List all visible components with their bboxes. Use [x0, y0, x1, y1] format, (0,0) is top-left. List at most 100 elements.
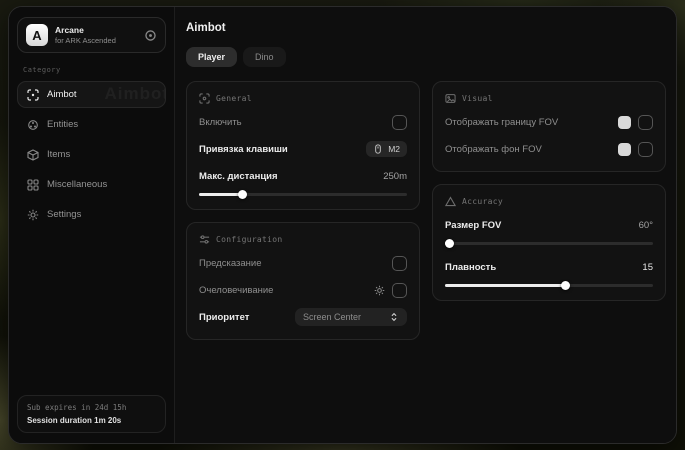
card-columns: General Включить Привязка клавиши [186, 81, 666, 340]
fov-background-controls [618, 142, 653, 157]
page-title: Aimbot [186, 22, 666, 34]
sidebar-item-label: Entities [47, 119, 78, 130]
brand-card: A Arcane for ARK Ascended [17, 17, 166, 53]
smoothness-value: 15 [642, 262, 653, 273]
smoothness-row: Плавность 15 [445, 258, 653, 276]
smoothness-label: Плавность [445, 262, 496, 273]
visual-card-header: Visual [445, 93, 653, 104]
right-column: Visual Отображать границу FOV Отображать… [432, 81, 666, 301]
sub-expires-text: Sub expires in 24d 15h [27, 402, 156, 415]
card-title: Visual [462, 94, 493, 103]
fov-size-value: 60° [639, 220, 653, 231]
left-column: General Включить Привязка клавиши [186, 81, 420, 340]
sidebar-item-aimbot[interactable]: Aimbot Aimbot [17, 81, 166, 108]
aimbot-watermark: Aimbot [104, 84, 166, 104]
brand-text: Arcane for ARK Ascended [55, 25, 116, 45]
enable-row: Включить [199, 113, 407, 131]
fov-size-label: Размер FOV [445, 220, 501, 231]
app-subtitle: for ARK Ascended [55, 36, 116, 45]
app-logo: A [26, 24, 48, 46]
main-content: Aimbot Player Dino Gener [175, 7, 676, 443]
distance-label: Макс. дистанция [199, 171, 278, 182]
keybind-value: M2 [388, 144, 400, 154]
fov-border-color-swatch[interactable] [618, 116, 631, 129]
distance-slider[interactable] [199, 193, 407, 196]
card-title: Configuration [216, 235, 283, 244]
sidebar-item-label: Items [47, 149, 70, 160]
sliders-icon [199, 234, 210, 245]
slider-fill [445, 284, 566, 287]
fov-border-row: Отображать границу FOV [445, 113, 653, 131]
humanization-checkbox[interactable] [392, 283, 407, 298]
scan-icon [199, 93, 210, 104]
humanization-label: Очеловечивание [199, 285, 273, 296]
entities-icon [27, 119, 39, 131]
priority-selected-value: Screen Center [303, 312, 361, 322]
humanization-controls [374, 283, 407, 298]
fov-background-row: Отображать фон FOV [445, 140, 653, 158]
priority-label: Приоритет [199, 312, 249, 323]
priority-dropdown[interactable]: Screen Center [295, 308, 407, 326]
app-name: Arcane [55, 25, 116, 36]
priority-row: Приоритет Screen Center [199, 308, 407, 326]
fov-border-label: Отображать границу FOV [445, 117, 558, 128]
grid-icon [27, 179, 39, 191]
fov-background-label: Отображать фон FOV [445, 144, 542, 155]
general-card-header: General [199, 93, 407, 104]
triangle-icon [445, 196, 456, 207]
configuration-card: Configuration Предсказание Очеловечивани… [186, 222, 420, 340]
accuracy-card-header: Accuracy [445, 196, 653, 207]
session-card: Sub expires in 24d 15h Session duration … [17, 395, 166, 433]
session-duration-text: Session duration 1m 20s [27, 415, 156, 426]
tab-player[interactable]: Player [186, 47, 237, 67]
sidebar-item-label: Miscellaneous [47, 179, 107, 190]
sidebar-item-miscellaneous[interactable]: Miscellaneous [17, 171, 166, 198]
chevron-up-down-icon [389, 312, 399, 322]
prediction-checkbox[interactable] [392, 256, 407, 271]
enable-label: Включить [199, 117, 242, 128]
target-icon[interactable] [144, 29, 157, 42]
fov-background-color-swatch[interactable] [618, 143, 631, 156]
keybind-row: Привязка клавиши M2 [199, 140, 407, 158]
app-window: A Arcane for ARK Ascended Category [8, 6, 677, 444]
keybind-label: Привязка клавиши [199, 144, 288, 155]
humanization-settings-gear-icon[interactable] [374, 285, 385, 296]
enable-checkbox[interactable] [392, 115, 407, 130]
gear-icon [27, 209, 39, 221]
slider-thumb[interactable] [561, 281, 570, 290]
accuracy-card: Accuracy Размер FOV 60° Плавность 15 [432, 184, 666, 301]
slider-thumb[interactable] [445, 239, 454, 248]
fov-border-checkbox[interactable] [638, 115, 653, 130]
visual-card: Visual Отображать границу FOV Отображать… [432, 81, 666, 172]
smoothness-slider[interactable] [445, 284, 653, 287]
sidebar-item-entities[interactable]: Entities [17, 111, 166, 138]
sidebar-item-label: Aimbot [47, 89, 77, 100]
category-label: Category [23, 66, 160, 74]
fov-size-slider[interactable] [445, 242, 653, 245]
general-card: General Включить Привязка клавиши [186, 81, 420, 210]
distance-value: 250m [383, 171, 407, 182]
distance-row: Макс. дистанция 250m [199, 167, 407, 185]
keybind-button[interactable]: M2 [366, 141, 407, 157]
crosshair-icon [27, 89, 39, 101]
humanization-row: Очеловечивание [199, 281, 407, 299]
mouse-icon [373, 144, 383, 154]
slider-fill [199, 193, 243, 196]
prediction-label: Предсказание [199, 258, 262, 269]
slider-thumb[interactable] [238, 190, 247, 199]
sidebar-item-items[interactable]: Items [17, 141, 166, 168]
fov-size-row: Размер FOV 60° [445, 216, 653, 234]
sidebar-item-label: Settings [47, 209, 81, 220]
card-title: Accuracy [462, 197, 503, 206]
configuration-card-header: Configuration [199, 234, 407, 245]
sidebar-item-settings[interactable]: Settings [17, 201, 166, 228]
sidebar-nav: Aimbot Aimbot Entities [17, 81, 166, 228]
fov-border-controls [618, 115, 653, 130]
package-icon [27, 149, 39, 161]
card-title: General [216, 94, 252, 103]
fov-background-checkbox[interactable] [638, 142, 653, 157]
tab-dino[interactable]: Dino [243, 47, 286, 67]
image-icon [445, 93, 456, 104]
tab-bar: Player Dino [186, 47, 666, 67]
sidebar: A Arcane for ARK Ascended Category [9, 7, 175, 443]
